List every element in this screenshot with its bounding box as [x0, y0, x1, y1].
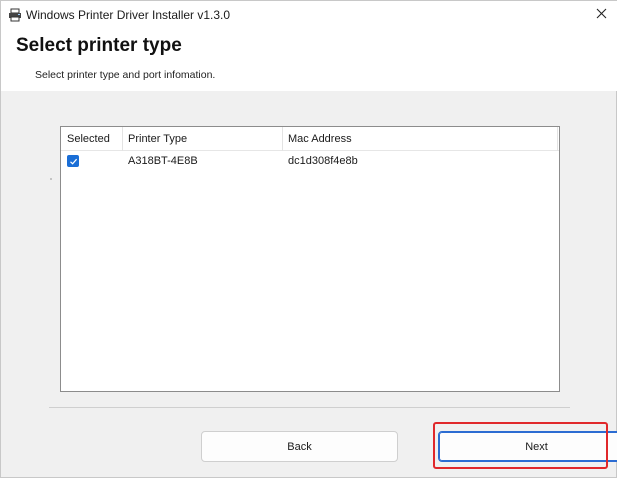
checkmark-icon [69, 158, 77, 165]
installer-window: Windows Printer Driver Installer v1.3.0 … [0, 0, 617, 478]
printer-icon [8, 8, 22, 22]
back-button[interactable]: Back [201, 431, 398, 462]
page-subtitle: Select printer type and port infomation. [35, 69, 216, 81]
close-button[interactable] [584, 1, 617, 29]
page-title: Select printer type [16, 35, 182, 56]
column-separator[interactable] [557, 127, 558, 151]
printer-list[interactable]: Selected Printer Type Mac Address A318BT… [60, 126, 560, 392]
close-icon [596, 6, 607, 24]
mac-address-cell: dc1d308f4e8b [288, 155, 358, 167]
decorative-dot [50, 178, 52, 180]
list-item[interactable]: A318BT-4E8B dc1d308f4e8b [61, 151, 559, 171]
column-header-printer-type[interactable]: Printer Type [122, 127, 282, 151]
footer-divider [49, 407, 570, 408]
list-header: Selected Printer Type Mac Address [61, 127, 559, 151]
page-header: Select printer type Select printer type … [1, 29, 617, 91]
selected-checkbox[interactable] [67, 155, 79, 167]
printer-type-cell: A318BT-4E8B [128, 155, 198, 167]
next-button[interactable]: Next [438, 431, 617, 462]
title-bar: Windows Printer Driver Installer v1.3.0 [1, 1, 617, 29]
window-title: Windows Printer Driver Installer v1.3.0 [26, 8, 231, 22]
column-header-selected[interactable]: Selected [61, 127, 122, 151]
column-header-mac-address[interactable]: Mac Address [282, 127, 557, 151]
